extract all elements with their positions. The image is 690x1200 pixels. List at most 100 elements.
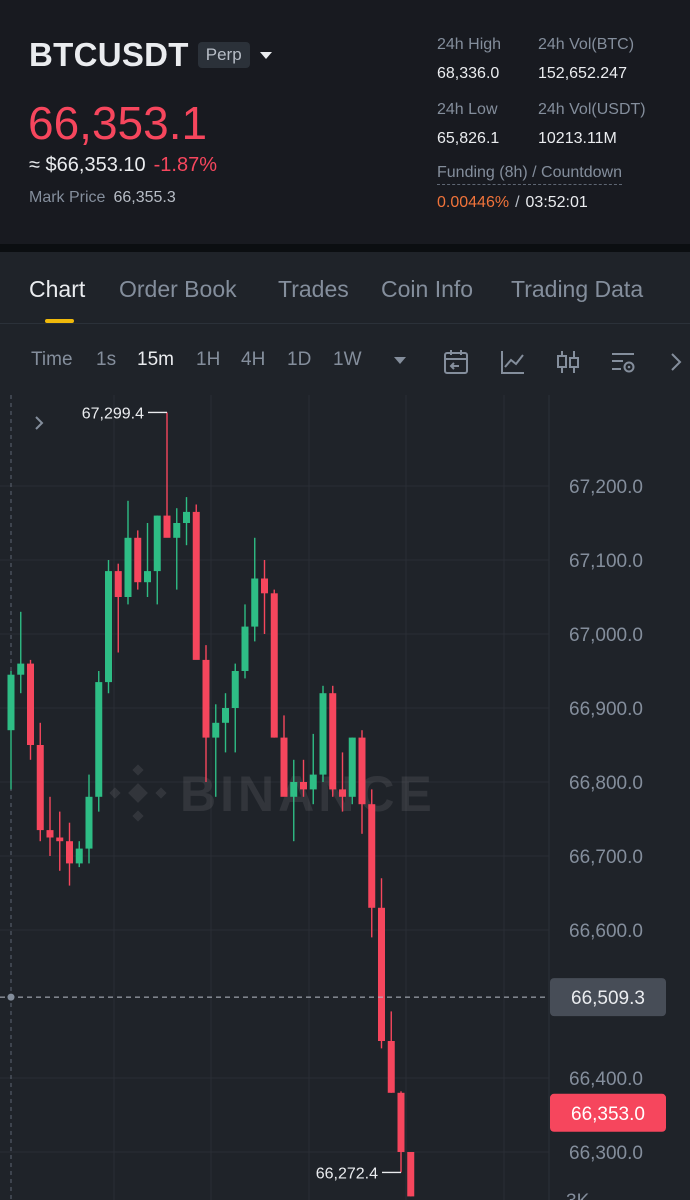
vol-usdt-value: 10213.11M — [538, 130, 617, 147]
crosshair-price-label: 66,509.3 — [571, 988, 645, 1009]
interval-15m[interactable]: 15m — [137, 349, 174, 371]
high-24h-value: 68,336.0 — [437, 65, 500, 82]
settings-icon[interactable] — [609, 348, 637, 376]
crosshair-dot — [7, 993, 15, 1001]
usd-price-row: ≈ $66,353.10 -1.87% — [29, 154, 217, 177]
candle-body — [319, 693, 327, 775]
volume-axis-label: 3K — [566, 1191, 590, 1200]
candle-body — [378, 907, 385, 1041]
vol-btc-label: 24h Vol(BTC) — [538, 36, 635, 53]
low-marker-label: 66,272.4 — [316, 1165, 378, 1182]
candle-body — [144, 571, 151, 583]
candle-body — [358, 737, 366, 805]
tab-bar: Chart Order Book Trades Coin Info Tradin… — [0, 252, 690, 324]
candle-body — [329, 693, 337, 790]
vol-usdt-label: 24h Vol(USDT) — [538, 101, 646, 118]
watermark-text: BINANCE — [180, 766, 436, 822]
interval-1s[interactable]: 1s — [96, 349, 116, 371]
interval-1w[interactable]: 1W — [333, 349, 362, 371]
price-axis-tick: 66,800.0 — [569, 773, 643, 794]
candle-body — [56, 837, 64, 842]
funding-separator: / — [515, 194, 520, 211]
interval-time[interactable]: Time — [31, 349, 73, 371]
ticker-header: BTCUSDT Perp 66,353.1 ≈ $66,353.10 -1.87… — [0, 0, 690, 244]
candle-body — [241, 626, 249, 671]
low-24h-label: 24h Low — [437, 101, 498, 118]
interval-4h[interactable]: 4H — [241, 349, 265, 371]
price-axis-tick: 66,900.0 — [569, 699, 643, 720]
tab-trading-data[interactable]: Trading Data — [511, 276, 643, 303]
candle-body — [173, 523, 181, 538]
binance-watermark: BINANCE — [109, 764, 436, 822]
last-price-label: 66,353.0 — [571, 1104, 645, 1125]
interval-1h[interactable]: 1H — [196, 349, 220, 371]
chevron-right-icon[interactable] — [668, 348, 684, 376]
perp-badge: Perp — [197, 42, 250, 68]
interval-bar: Time 1s 15m 1H 4H 1D 1W — [0, 325, 690, 395]
price-chart[interactable]: 67,200.0 67,100.0 67,000.0 66,900.0 66,800.0… — [0, 395, 690, 1200]
candle-body — [261, 578, 268, 594]
candle-body — [192, 511, 200, 660]
usd-price: ≈ $66,353.10 — [29, 154, 146, 176]
candle-body — [300, 782, 307, 790]
active-tab-indicator — [45, 319, 74, 323]
candle-body — [114, 571, 122, 597]
candle-body — [124, 537, 132, 597]
candle-body — [407, 1152, 415, 1197]
candle-body — [251, 578, 259, 627]
candle-body — [397, 1092, 405, 1152]
funding-row: 0.00446% / 03:52:01 — [437, 194, 588, 212]
candle-body — [153, 515, 161, 572]
interval-1d[interactable]: 1D — [287, 349, 311, 371]
candle-body — [17, 663, 25, 675]
low-24h-value: 65,826.1 — [437, 130, 500, 147]
candle-body — [339, 789, 346, 797]
calendar-icon[interactable] — [442, 348, 470, 376]
price-axis-tick: 67,000.0 — [569, 625, 643, 646]
section-divider — [0, 244, 690, 252]
candle-body — [7, 674, 15, 731]
candle-body — [231, 671, 239, 708]
candle-body — [290, 782, 298, 797]
candle-body — [368, 804, 376, 908]
candle-body — [36, 745, 44, 831]
candlestick-chart[interactable]: 67,200.0 67,100.0 67,000.0 66,900.0 66,800.0… — [0, 395, 690, 1200]
tab-coin-info[interactable]: Coin Info — [381, 276, 473, 303]
candle-body — [66, 841, 73, 864]
price-axis-tick: 67,100.0 — [569, 551, 643, 572]
expand-chevron-icon[interactable] — [35, 416, 44, 430]
candle-body — [387, 1041, 395, 1093]
candle-body — [163, 515, 171, 538]
symbol-selector[interactable]: BTCUSDT Perp — [29, 36, 272, 74]
tab-trades[interactable]: Trades — [278, 276, 349, 303]
vol-btc-value: 152,652.247 — [538, 65, 627, 82]
chevron-down-icon[interactable] — [259, 51, 272, 59]
more-intervals-chevron-icon[interactable] — [394, 357, 406, 364]
candle-body — [46, 830, 54, 838]
tab-chart[interactable]: Chart — [29, 276, 85, 303]
price-axis-tick: 66,700.0 — [569, 847, 643, 868]
symbol-name[interactable]: BTCUSDT — [29, 36, 189, 74]
price-change-percent: -1.87% — [153, 154, 218, 176]
mark-price-value: 66,355.3 — [113, 189, 176, 206]
funding-rate: 0.00446% — [437, 194, 510, 211]
mark-price-label: Mark Price — [29, 189, 106, 206]
candle-body — [27, 663, 34, 745]
candle-body — [105, 571, 112, 683]
candle-body — [75, 848, 83, 864]
high-marker-label: 67,299.4 — [82, 405, 144, 422]
candle-body — [134, 537, 142, 583]
candle-body — [183, 511, 190, 523]
candle-body — [222, 708, 229, 723]
candle-style-icon[interactable] — [554, 348, 582, 376]
price-axis-tick: 66,400.0 — [569, 1069, 643, 1090]
candle-body — [85, 796, 93, 849]
candle-body — [309, 774, 317, 790]
tab-order-book[interactable]: Order Book — [119, 276, 237, 303]
candle-body — [348, 737, 356, 797]
funding-countdown-label[interactable]: Funding (8h) / Countdown — [437, 164, 622, 185]
price-axis-tick: 66,600.0 — [569, 921, 643, 942]
candle-body — [95, 682, 103, 797]
price-axis-tick: 67,200.0 — [569, 477, 643, 498]
indicator-icon[interactable] — [499, 348, 527, 376]
